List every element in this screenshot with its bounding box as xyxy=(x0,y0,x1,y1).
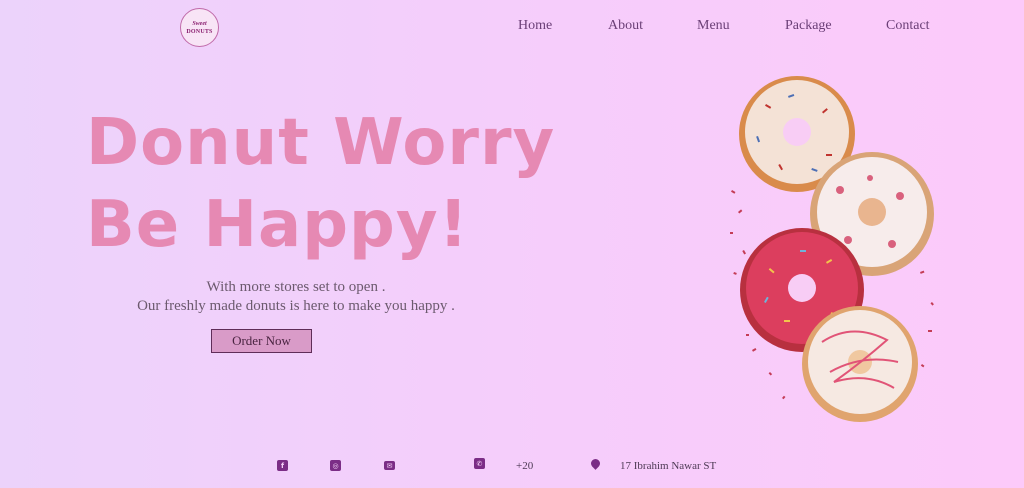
hero-subtext: With more stores set to open . Our fresh… xyxy=(100,278,492,316)
instagram-icon[interactable]: ◎ xyxy=(330,460,341,471)
donuts-image xyxy=(730,76,934,422)
nav-about[interactable]: About xyxy=(608,18,643,34)
subtext-line1: With more stores set to open . xyxy=(206,279,386,295)
facebook-icon[interactable]: f xyxy=(277,460,288,471)
location-pin-icon xyxy=(589,457,602,470)
phone-text: +20 xyxy=(516,460,534,472)
nav-menu[interactable]: Menu xyxy=(697,18,730,34)
headline-line2: Be Happy! xyxy=(86,188,469,262)
headline-line1: Donut Worry xyxy=(86,106,556,180)
nav-home[interactable]: Home xyxy=(518,18,552,34)
subtext-line2: Our freshly made donuts is here to make … xyxy=(137,298,455,314)
envelope-icon[interactable]: ✉ xyxy=(384,461,395,470)
hero-headline: Donut Worry Be Happy! xyxy=(86,102,566,266)
footer: f ◎ ✉ ✆ +20 17 Ibrahim Nawar ST xyxy=(0,456,1024,476)
main-nav: Home About Menu Package Contact xyxy=(0,18,1024,38)
phone-icon: ✆ xyxy=(474,458,485,469)
donut-drizzle xyxy=(802,306,918,422)
address-text: 17 Ibrahim Nawar ST xyxy=(620,460,717,472)
order-now-button[interactable]: Order Now xyxy=(211,329,312,353)
nav-contact[interactable]: Contact xyxy=(886,18,930,34)
nav-package[interactable]: Package xyxy=(785,18,832,34)
